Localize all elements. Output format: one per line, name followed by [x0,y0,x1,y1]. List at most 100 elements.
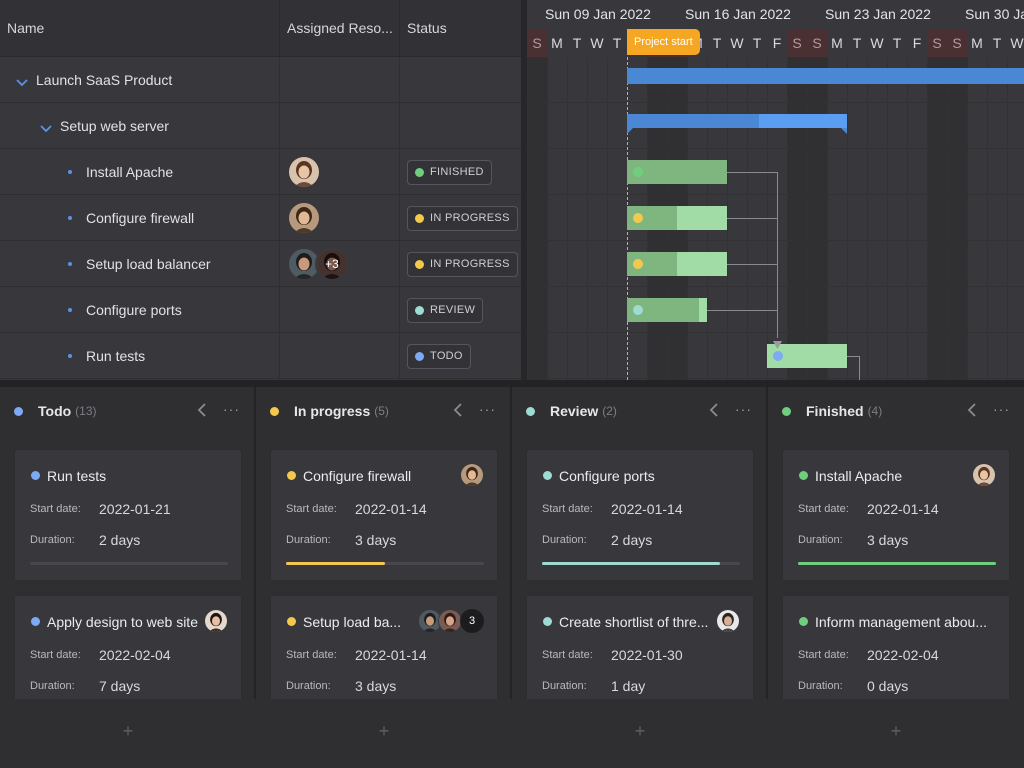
day-label: W [1010,35,1024,51]
task-name-cell[interactable]: Install Apache [0,149,280,195]
task-bar[interactable] [627,206,727,230]
status-cell[interactable]: IN PROGRESS [400,241,521,287]
resources-cell[interactable] [280,57,400,103]
status-cell[interactable] [400,57,521,103]
task-name-cell[interactable]: Launch SaaS Product [0,57,280,103]
avatar[interactable] [438,609,462,633]
progress-bar-fill [286,562,385,565]
grid-row[interactable]: Install Apache FINISHED [0,149,521,195]
chevron-left-icon[interactable] [196,402,210,418]
status-cell[interactable]: REVIEW [400,287,521,333]
card-assignees[interactable] [716,609,740,633]
day-label: W [590,35,604,51]
summary-bar[interactable] [627,68,1024,84]
column-header-name[interactable]: Name [0,0,280,57]
task-bar[interactable] [627,252,727,276]
more-options-icon[interactable]: ··· [223,401,240,417]
panel-divider[interactable] [0,380,1024,387]
more-options-icon[interactable]: ··· [479,401,496,417]
task-card[interactable]: Create shortlist of thre... Start date: 2… [526,595,754,705]
card-title: Inform management abou... [815,614,987,630]
chevron-down-icon[interactable] [16,75,28,87]
resources-cell[interactable] [280,333,400,379]
chevron-left-icon[interactable] [966,402,980,418]
summary-bar[interactable] [627,114,847,138]
grid-row[interactable]: Launch SaaS Product [0,57,521,103]
task-name-cell[interactable]: Run tests [0,333,280,379]
column-header-resources[interactable]: Assigned Reso... [280,0,400,57]
day-label: T [992,35,1002,51]
avatar[interactable] [972,463,996,487]
status-badge[interactable]: IN PROGRESS [407,251,518,277]
status-cell[interactable]: TODO [400,333,521,379]
chevron-left-icon[interactable] [452,402,466,418]
bullet-icon [68,354,72,358]
duration-label: Duration: [286,680,331,692]
add-card-button[interactable]: + [886,721,906,741]
gantt-chart: Name Assigned Reso... Status Launch SaaS… [0,0,1024,380]
task-name-cell[interactable]: Setup web server [0,103,280,149]
task-name-cell[interactable]: Setup load balancer [0,241,280,287]
card-assignees[interactable] [460,463,484,487]
task-card[interactable]: Configure firewall Start date: 2022-01-14… [270,449,498,581]
day-label: T [572,35,582,51]
timeline: Sun 09 Jan 2022 Sun 16 Jan 2022 Sun 23 Jan… [527,0,1024,380]
start-date-value: 2022-02-04 [867,647,939,663]
task-name-cell[interactable]: Configure firewall [0,195,280,241]
status-badge[interactable]: REVIEW [407,297,484,323]
task-card[interactable]: Inform management abou... Start date: 2022… [782,595,1010,705]
card-assignees[interactable] [972,463,996,487]
avatar[interactable] [287,155,321,189]
bullet-icon [68,216,72,220]
resources-cell[interactable]: +3 [280,241,400,287]
task-name-cell[interactable]: Configure ports [0,287,280,333]
day-label: S [807,29,827,57]
task-name: Configure ports [86,302,182,318]
task-card[interactable]: Run tests Start date: 2022-01-21 Duration: 2… [14,449,242,581]
grid-row[interactable]: Setup web server [0,103,521,149]
add-card-button[interactable]: + [630,721,650,741]
task-bar[interactable] [627,160,727,184]
day-label: W [870,35,884,51]
more-options-icon[interactable]: ··· [735,401,752,417]
day-label: S [787,29,807,57]
add-card-button[interactable]: + [118,721,138,741]
card-assignees[interactable]: 3 [418,609,484,633]
status-badge[interactable]: TODO [407,343,471,369]
add-card-button[interactable]: + [374,721,394,741]
avatar[interactable] [460,463,484,487]
task-card[interactable]: Setup load ba... 3 Start date: 2022-01-14 D… [270,595,498,705]
grid-row[interactable]: Configure firewall IN PROGRESS [0,195,521,241]
grid-row[interactable]: Setup load balancer +3 IN PROGRESS [0,241,521,287]
chevron-left-icon[interactable] [708,402,722,418]
status-badge[interactable]: FINISHED [407,159,492,185]
status-cell[interactable]: FINISHED [400,149,521,195]
status-cell[interactable]: IN PROGRESS [400,195,521,241]
grid-row[interactable]: Configure ports REVIEW [0,287,521,333]
bullet-icon [68,170,72,174]
avatar[interactable]: +3 [315,247,349,281]
resources-cell[interactable] [280,287,400,333]
grid-row[interactable]: Run tests TODO [0,333,521,379]
card-assignees[interactable] [204,609,228,633]
task-card[interactable]: Install Apache Start date: 2022-01-14 Dura… [782,449,1010,581]
start-date-label: Start date: [542,649,593,661]
chevron-down-icon[interactable] [40,121,52,133]
task-card[interactable]: Configure ports Start date: 2022-01-14 Dura… [526,449,754,581]
avatar[interactable] [204,609,228,633]
resources-cell[interactable] [280,103,400,149]
column-header-status[interactable]: Status [400,0,521,57]
status-badge[interactable]: IN PROGRESS [407,205,518,231]
column-title: Todo [38,403,72,419]
duration-label: Duration: [542,680,587,692]
avatar[interactable] [287,201,321,235]
status-cell[interactable] [400,103,521,149]
project-start-flag[interactable]: Project start [627,29,700,55]
avatar[interactable] [716,609,740,633]
more-options-icon[interactable]: ··· [993,401,1010,417]
row-gridline [527,102,1024,103]
task-bar[interactable] [627,298,707,322]
resources-cell[interactable] [280,149,400,195]
resources-cell[interactable] [280,195,400,241]
task-card[interactable]: Apply design to web site Start date: 2022… [14,595,242,705]
